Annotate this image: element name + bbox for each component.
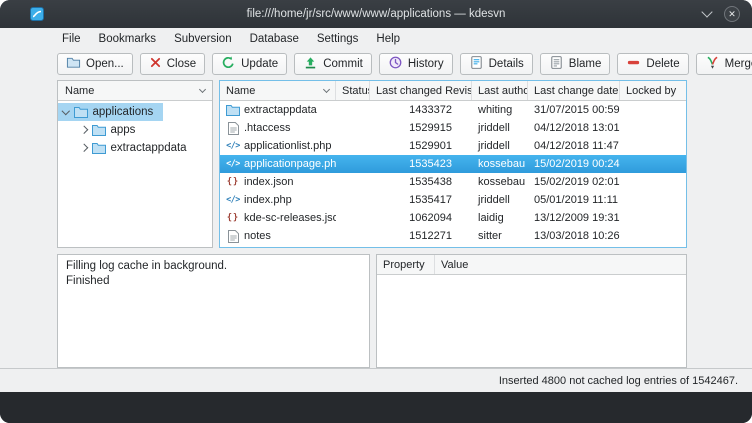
file-row[interactable]: .htaccess 1529915 jriddell 04/12/2018 13… <box>220 119 686 137</box>
close-file-icon <box>149 56 162 72</box>
properties-panel[interactable]: Property Value <box>376 254 687 368</box>
main-split: Name applications apps <box>57 80 687 248</box>
delete-button[interactable]: Delete <box>617 53 688 75</box>
column-header-name[interactable]: Name <box>220 81 336 100</box>
column-header-revision[interactable]: Last changed Revision <box>370 81 472 100</box>
properties-body <box>377 275 686 367</box>
php-file-icon: </> <box>226 141 240 151</box>
file-list-header: Name Status Last changed Revision Last a… <box>220 81 686 101</box>
repository-tree-panel[interactable]: Name applications apps <box>57 80 213 248</box>
app-icon <box>30 7 44 21</box>
tree-item-applications[interactable]: applications <box>58 103 163 121</box>
statusbar: Inserted 4800 not cached log entries of … <box>0 368 752 392</box>
json-file-icon: {} <box>226 213 240 223</box>
tree-item-extractappdata[interactable]: extractappdata <box>76 139 197 157</box>
merge-icon <box>705 55 720 73</box>
commit-icon <box>303 55 318 73</box>
file-row-selected[interactable]: </>applicationpage.php 1535423 kossebau … <box>220 155 686 173</box>
column-header-value[interactable]: Value <box>435 255 686 274</box>
blame-button[interactable]: Blame <box>540 53 611 75</box>
column-header-status[interactable]: Status <box>336 81 370 100</box>
window-body: File Bookmarks Subversion Database Setti… <box>0 28 752 392</box>
file-row[interactable]: </>applicationlist.php 1529901 jriddell … <box>220 137 686 155</box>
titlebar[interactable]: file:///home/jr/src/www/www/applications… <box>0 0 752 28</box>
titlebar-chevron-icon[interactable] <box>701 6 712 17</box>
menu-file[interactable]: File <box>57 28 90 49</box>
close-button[interactable]: Close <box>140 53 205 75</box>
folder-icon <box>92 142 106 154</box>
open-button[interactable]: Open... <box>57 53 133 75</box>
column-header-locked[interactable]: Locked by <box>620 81 686 100</box>
expand-icon[interactable] <box>80 144 88 152</box>
blame-icon <box>549 55 564 73</box>
file-row[interactable]: </>index.php 1535417 jriddell 05/01/2019… <box>220 191 686 209</box>
details-button[interactable]: Details <box>460 53 533 75</box>
file-row[interactable]: {}index.json 1535438 kossebau 15/02/2019… <box>220 173 686 191</box>
tree-body: applications apps extractappdata <box>58 101 212 157</box>
menu-database[interactable]: Database <box>241 28 308 49</box>
history-icon <box>388 55 403 73</box>
text-file-icon <box>226 230 240 243</box>
update-icon <box>221 55 236 73</box>
log-line: Finished <box>66 274 361 289</box>
details-icon <box>469 55 484 73</box>
bottom-split: Filling log cache in background. Finishe… <box>57 254 687 368</box>
folder-icon <box>92 124 106 136</box>
file-row[interactable]: extractappdata 1433372 whiting 31/07/201… <box>220 101 686 119</box>
text-file-icon <box>226 122 240 135</box>
open-icon <box>66 55 81 73</box>
toolbar: Open... Close Update Commit History Deta… <box>0 49 752 79</box>
column-header-author[interactable]: Last author <box>472 81 528 100</box>
file-row[interactable]: {}kde-sc-releases.json 1062094 laidig 13… <box>220 209 686 227</box>
merge-button[interactable]: Merge <box>696 53 752 75</box>
history-button[interactable]: History <box>379 53 453 75</box>
column-header-property[interactable]: Property <box>377 255 435 274</box>
log-line: Filling log cache in background. <box>66 259 361 274</box>
log-output-panel[interactable]: Filling log cache in background. Finishe… <box>57 254 370 368</box>
collapse-icon[interactable] <box>62 107 70 115</box>
commit-button[interactable]: Commit <box>294 53 372 75</box>
php-file-icon: </> <box>226 159 240 169</box>
folder-icon <box>74 106 88 118</box>
close-icon: ✕ <box>728 10 736 19</box>
window-title: file:///home/jr/src/www/www/applications… <box>247 8 506 20</box>
chevron-down-icon <box>199 86 206 93</box>
menu-settings[interactable]: Settings <box>308 28 368 49</box>
update-button[interactable]: Update <box>212 53 287 75</box>
menu-bookmarks[interactable]: Bookmarks <box>90 28 166 49</box>
column-header-date[interactable]: Last change date <box>528 81 620 100</box>
menu-help[interactable]: Help <box>367 28 409 49</box>
tree-header[interactable]: Name <box>58 81 212 101</box>
delete-icon <box>626 55 641 73</box>
menubar: File Bookmarks Subversion Database Setti… <box>0 28 752 49</box>
bottom-panel <box>0 392 752 423</box>
kdesvn-window: file:///home/jr/src/www/www/applications… <box>0 0 752 423</box>
php-file-icon: </> <box>226 195 240 205</box>
tree-item-apps[interactable]: apps <box>76 121 145 139</box>
folder-icon <box>226 104 240 116</box>
properties-header: Property Value <box>377 255 686 275</box>
file-row[interactable]: notes 1512271 sitter 13/03/2018 10:26 <box>220 227 686 245</box>
file-list-panel[interactable]: Name Status Last changed Revision Last a… <box>219 80 687 248</box>
menu-subversion[interactable]: Subversion <box>165 28 241 49</box>
json-file-icon: {} <box>226 177 240 187</box>
status-message: Inserted 4800 not cached log entries of … <box>499 375 738 387</box>
expand-icon[interactable] <box>80 126 88 134</box>
close-window-button[interactable]: ✕ <box>724 6 740 22</box>
chevron-down-icon <box>323 86 330 93</box>
